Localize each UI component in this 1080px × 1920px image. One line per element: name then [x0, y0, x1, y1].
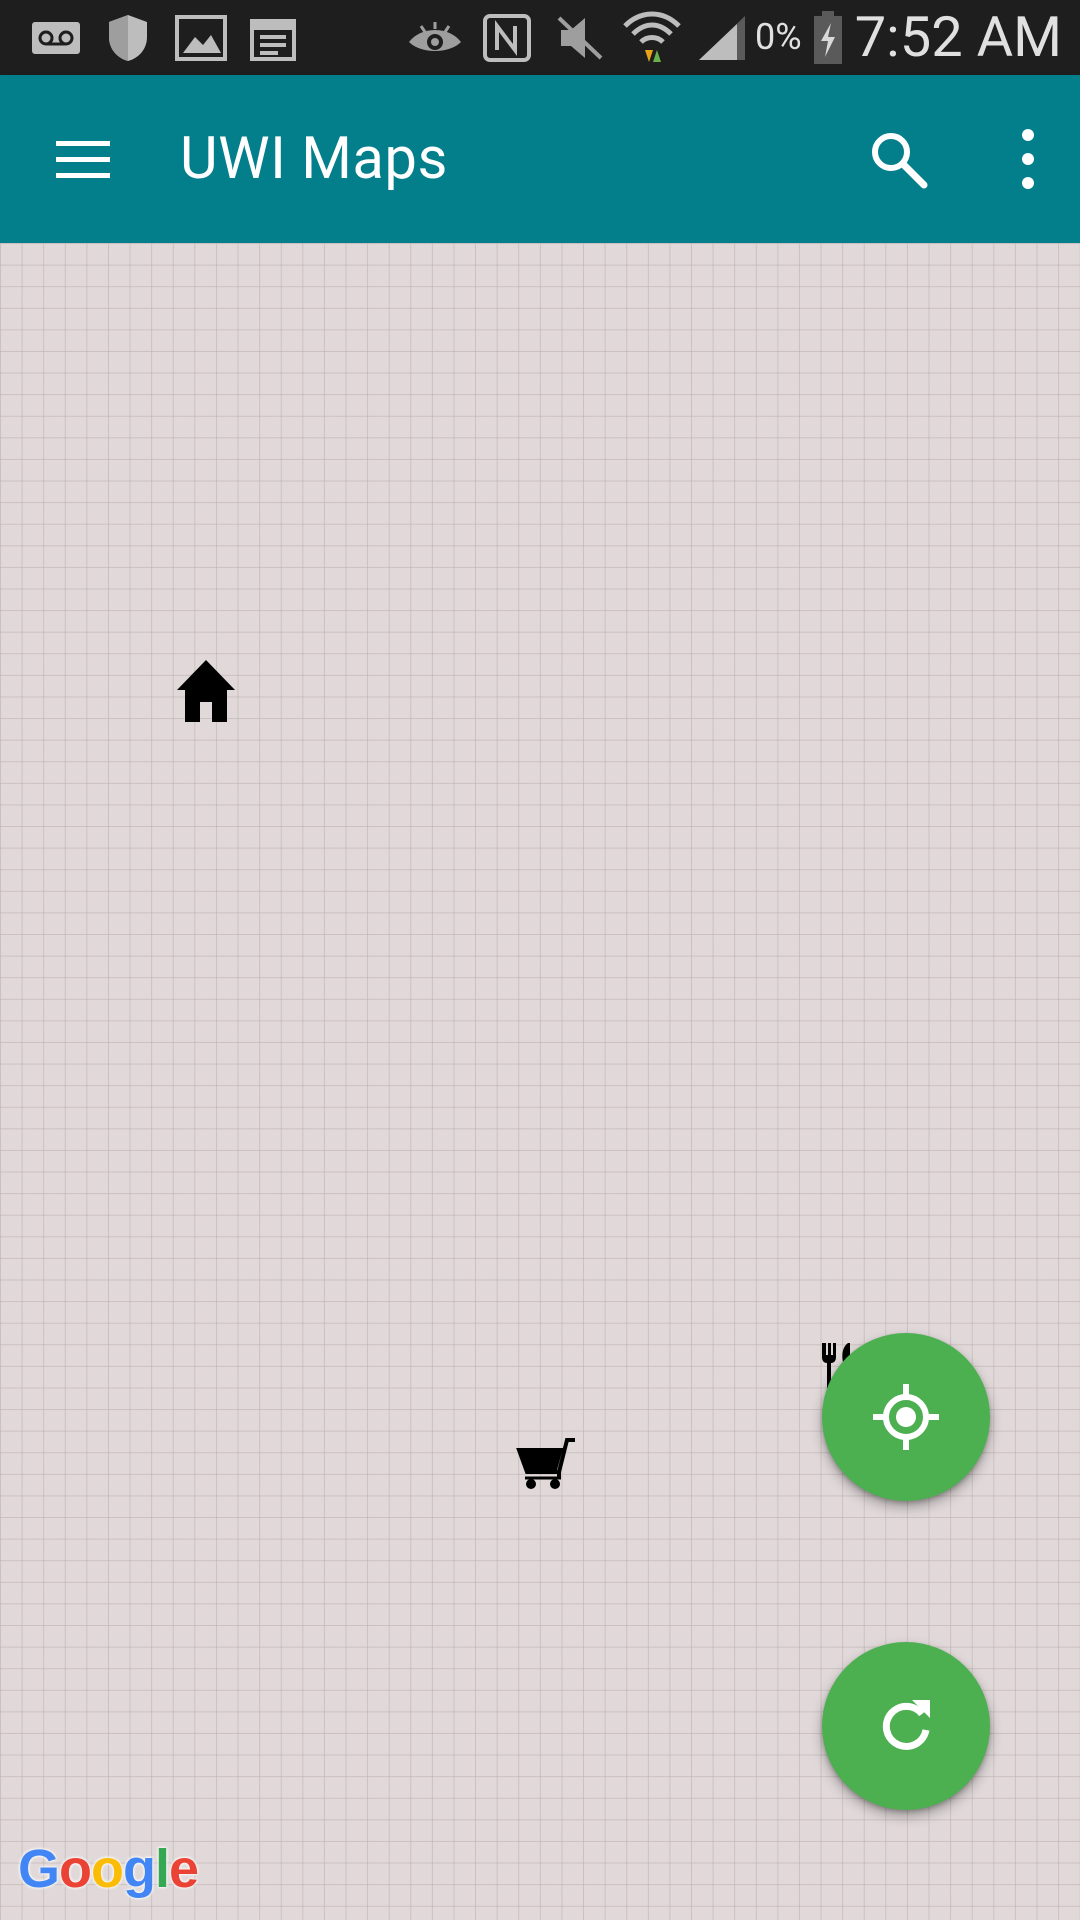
map-view[interactable]: Google: [0, 243, 1080, 1920]
page-title: UWI Maps: [180, 125, 448, 193]
refresh-button[interactable]: [822, 1642, 990, 1810]
clock: 7:52 AM: [854, 4, 1062, 70]
shield-icon: [104, 0, 152, 75]
calendar-icon: [248, 0, 298, 75]
battery-charging-icon: [810, 0, 846, 75]
shopping-cart-icon: [516, 1438, 575, 1489]
image-icon: [174, 0, 228, 75]
signal-icon: [696, 0, 748, 75]
my-location-icon: [873, 1384, 939, 1450]
voicemail-icon: [30, 0, 82, 75]
search-icon[interactable]: [866, 127, 930, 191]
home-icon: [177, 660, 235, 722]
google-attribution-logo: Google: [18, 1839, 199, 1899]
home-marker[interactable]: [175, 658, 237, 726]
menu-icon[interactable]: [50, 131, 116, 187]
app-bar: UWI Maps: [0, 75, 1080, 243]
battery-percent: 0%: [755, 16, 802, 58]
mute-icon: [554, 0, 606, 75]
wifi-icon: [622, 0, 682, 75]
nfc-icon: [482, 0, 532, 75]
my-location-button[interactable]: [822, 1333, 990, 1501]
more-vert-icon[interactable]: [1008, 125, 1048, 195]
refresh-icon: [882, 1700, 930, 1750]
shopping-marker[interactable]: [515, 1438, 581, 1496]
eye-icon: [406, 0, 464, 75]
status-bar: 0% 7:52 AM: [0, 0, 1080, 75]
